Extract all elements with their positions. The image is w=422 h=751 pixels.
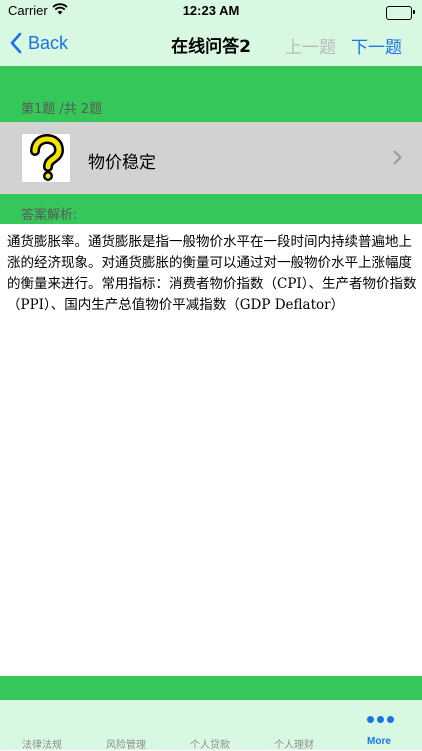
answer-text: 通货膨胀率。通货膨胀是指一般物价水平在一段时间内持续普遍地上涨的经济现象。对通货…	[7, 234, 417, 313]
tab-personal-loans[interactable]: 个人贷款	[168, 700, 252, 751]
tab-bar: 法律法规 风险管理 个人贷款 个人理财 More	[0, 700, 422, 751]
tab-laws[interactable]: 法律法规	[0, 700, 84, 751]
question-row[interactable]: 物价稳定	[0, 122, 422, 194]
tab-label: 风险管理	[106, 740, 146, 751]
question-progress: 第1题 /共 2题	[21, 102, 103, 117]
question-mark-icon	[21, 133, 71, 183]
tab-label: 个人贷款	[190, 740, 230, 751]
tab-more[interactable]: More	[337, 700, 421, 750]
navigation-bar: Back 在线问答2 上一题 下一题	[0, 22, 422, 66]
next-question-button[interactable]: 下一题	[351, 33, 402, 58]
status-bar: Carrier 12:23 AM	[0, 0, 422, 22]
previous-question-button[interactable]: 上一题	[285, 33, 336, 58]
tab-personal-finance[interactable]: 个人理财	[252, 700, 336, 751]
back-label: Back	[28, 32, 69, 53]
tab-label: 个人理财	[274, 740, 314, 751]
more-dots-icon	[367, 716, 394, 723]
tab-label: More	[367, 736, 391, 747]
tab-risk-management[interactable]: 风险管理	[84, 700, 168, 751]
footer-band	[0, 676, 422, 700]
tab-label: 法律法规	[22, 740, 62, 751]
chevron-left-icon	[10, 32, 22, 54]
battery-icon	[386, 6, 415, 20]
chevron-right-icon	[393, 150, 402, 169]
question-text: 物价稳定	[88, 153, 156, 173]
answer-label: 答案解析:	[21, 208, 78, 223]
clock: 12:23 AM	[182, 3, 240, 18]
back-button[interactable]: Back	[10, 32, 68, 54]
